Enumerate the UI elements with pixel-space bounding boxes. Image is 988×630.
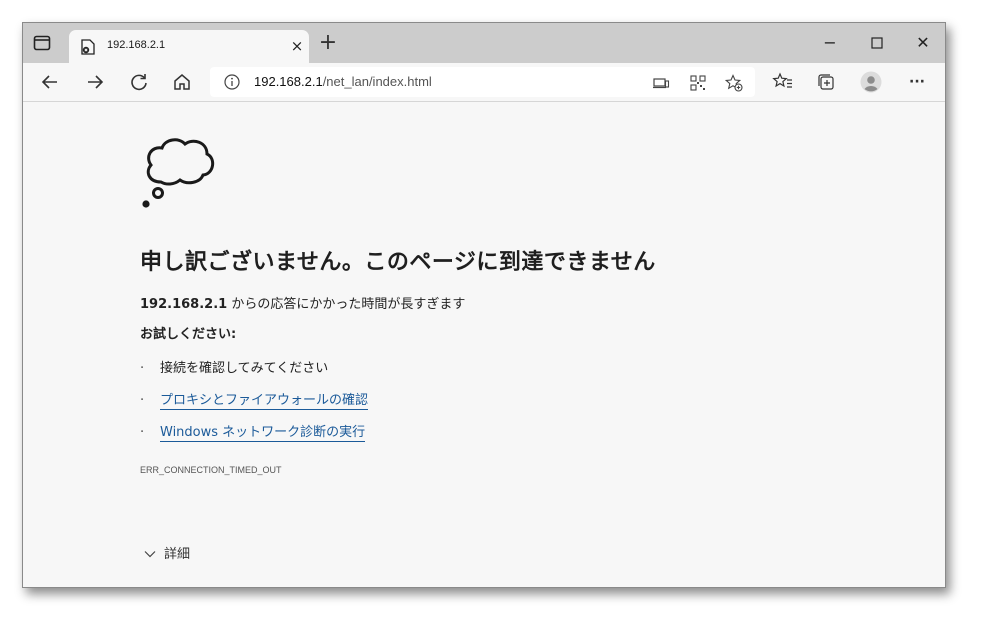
error-title: 申し訳ございません。このページに到達できません [140, 250, 656, 275]
suggestion-proxy-firewall-link[interactable]: プロキシとファイアウォールの確認 [160, 393, 369, 410]
cast-icon[interactable] [652, 74, 670, 92]
active-tab[interactable]: 192.168.2.1 × [69, 30, 309, 63]
suggestion-item: · プロキシとファイアウォールの確認 [140, 389, 369, 410]
suggestion-item: · 接続を確認してみてください [140, 357, 328, 376]
navigation-toolbar: 192.168.2.1/net_lan/index.html ··· [23, 63, 945, 102]
info-icon[interactable] [224, 74, 240, 90]
browser-window: 192.168.2.1 × + − ✕ 192.168.2.1/net_lan/… [22, 22, 946, 588]
try-label: お試しください: [140, 327, 237, 342]
error-code: ERR_CONNECTION_TIMED_OUT [140, 465, 282, 475]
minimize-button[interactable]: − [816, 31, 844, 55]
refresh-icon[interactable] [128, 71, 150, 93]
new-tab-button[interactable]: + [317, 32, 339, 55]
profile-avatar-icon[interactable] [860, 71, 882, 93]
details-toggle[interactable]: 詳細 [144, 543, 190, 562]
bullet: · [140, 361, 145, 376]
close-window-button[interactable]: ✕ [909, 31, 937, 55]
favorites-icon[interactable] [772, 71, 794, 93]
address-bar[interactable]: 192.168.2.1/net_lan/index.html [210, 67, 755, 97]
back-arrow-icon[interactable] [39, 71, 61, 93]
suggestion-network-diagnostics-link[interactable]: Windows ネットワーク診断の実行 [160, 425, 366, 442]
error-page: 申し訳ございません。このページに到達できません 192.168.2.1 からの応… [23, 102, 945, 587]
bullet: · [140, 393, 145, 408]
error-message-text: からの応答にかかった時間が長すぎます [227, 297, 466, 312]
address-url[interactable]: 192.168.2.1/net_lan/index.html [254, 74, 432, 89]
bullet: · [140, 425, 145, 440]
home-icon[interactable] [171, 71, 193, 93]
more-menu-button[interactable]: ··· [906, 71, 928, 93]
error-host: 192.168.2.1 [140, 297, 228, 312]
suggestion-check-connection: 接続を確認してみてください [160, 361, 329, 376]
tab-close-button[interactable]: × [287, 36, 307, 56]
qr-code-icon[interactable] [689, 74, 707, 92]
suggestion-item: · Windows ネットワーク診断の実行 [140, 421, 366, 442]
star-add-icon[interactable] [724, 74, 743, 92]
collections-icon[interactable] [815, 71, 837, 93]
url-path: /net_lan/index.html [322, 74, 432, 89]
details-label: 詳細 [164, 547, 191, 562]
maximize-button[interactable] [863, 31, 891, 55]
tab-title: 192.168.2.1 [107, 39, 166, 51]
error-message: 192.168.2.1 からの応答にかかった時間が長すぎます [140, 293, 465, 312]
tab-bar: 192.168.2.1 × + − ✕ [23, 23, 945, 63]
forward-arrow-icon[interactable] [84, 71, 106, 93]
chevron-down-icon [144, 547, 156, 562]
page-error-icon [81, 39, 95, 55]
thought-cloud-icon [137, 132, 219, 212]
url-host: 192.168.2.1 [254, 74, 323, 89]
tab-actions-icon[interactable] [33, 35, 51, 51]
